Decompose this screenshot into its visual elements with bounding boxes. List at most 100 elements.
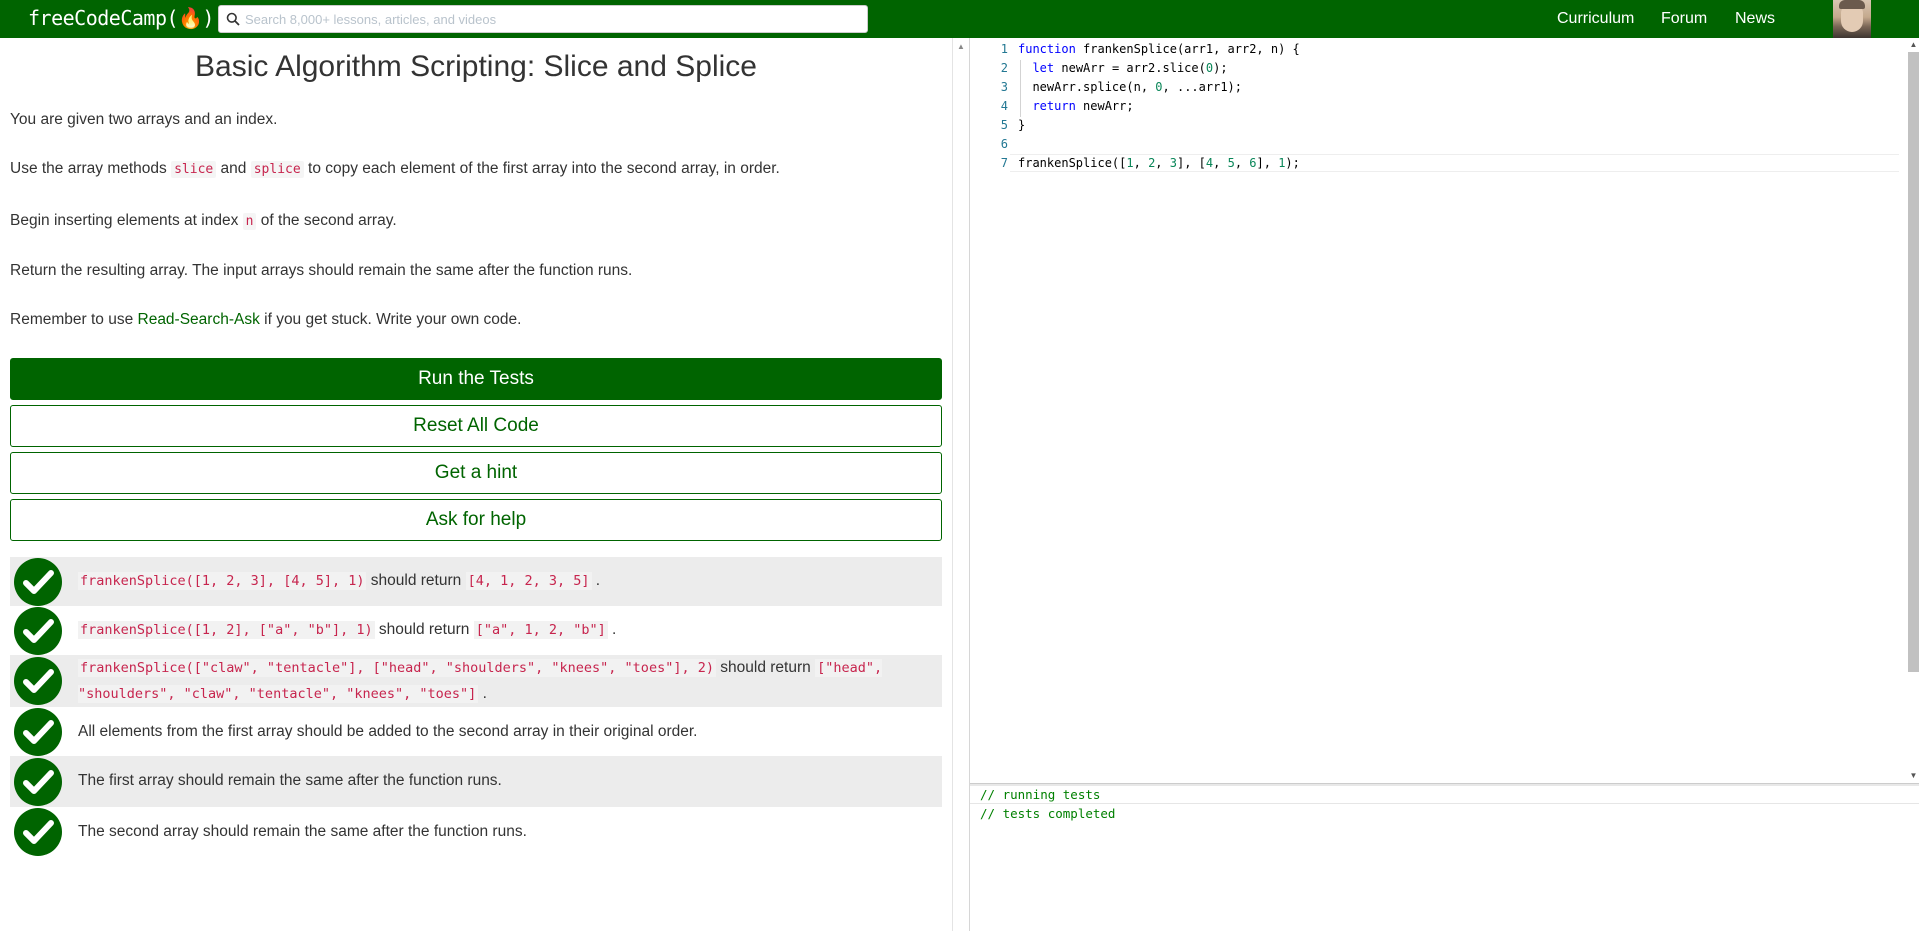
code-line[interactable]: function frankenSplice(arr1, arr2, n) { (1018, 42, 1300, 56)
line-number: 4 (1000, 99, 1008, 113)
scrollbar-thumb[interactable] (1908, 52, 1919, 672)
check-circle-icon (14, 558, 62, 606)
description-paragraph: Use the array methods slice and splice t… (10, 160, 780, 178)
code-token: } (1018, 118, 1026, 132)
code-line[interactable]: } (1018, 118, 1025, 132)
scroll-up-arrow-icon[interactable]: ▲ (1908, 40, 1919, 49)
line-number-gutter: 1 2 3 4 5 6 7 (970, 38, 1010, 783)
description-text: to copy each element of the first array … (303, 160, 780, 177)
test-text: should return (366, 572, 466, 589)
test-code: frankenSplice([1, 2], ["a", "b"], 1) (78, 621, 375, 639)
code-line[interactable]: frankenSplice([1, 2, 3], [4, 5, 6], 1); (1018, 156, 1300, 170)
editor-scrollbar[interactable]: ▲ ▼ (1908, 38, 1919, 783)
ask-help-button[interactable]: Ask for help (10, 499, 942, 541)
code-token: , (1213, 156, 1228, 170)
output-separator (970, 803, 1919, 804)
number-token: 0 (1155, 80, 1163, 94)
description-text: Return the resulting array. The input ar… (10, 262, 633, 279)
scroll-up-arrow-icon[interactable]: ▲ (957, 42, 965, 51)
check-circle-icon (14, 607, 62, 655)
test-description: frankenSplice([1, 2, 3], [4, 5], 1) shou… (78, 568, 930, 594)
challenge-panel: Basic Algorithm Scripting: Slice and Spl… (0, 38, 952, 931)
code-token: newArr; (1075, 99, 1134, 113)
line-number: 6 (1000, 137, 1008, 151)
description-text: Begin inserting elements at index (10, 212, 243, 229)
keyword-token: function (1018, 42, 1076, 56)
user-avatar[interactable] (1833, 0, 1871, 38)
number-token: 0 (1205, 61, 1214, 75)
test-description: The second array should remain the same … (78, 823, 527, 840)
code-token: ], (1256, 156, 1279, 170)
test-text: . (478, 685, 487, 702)
line-number: 7 (1000, 156, 1008, 170)
description-text: if you get stuck. Write your own code. (259, 311, 522, 328)
code-token: ], [ (1176, 156, 1206, 170)
panel-divider[interactable]: ▲ (952, 38, 970, 931)
challenge-title: Basic Algorithm Scripting: Slice and Spl… (195, 50, 757, 83)
test-result-row: frankenSplice([1, 2], ["a", "b"], 1) sho… (10, 606, 942, 655)
output-line: // running tests (980, 787, 1101, 802)
description-text: Use the array methods (10, 160, 172, 177)
line-number: 1 (1000, 42, 1008, 56)
freecodecamp-logo[interactable]: freeCodeCamp(🔥) (28, 6, 214, 30)
code-editor[interactable]: 1 2 3 4 5 6 7 function frankenSplice(arr… (970, 38, 1919, 783)
test-code: frankenSplice(["claw", "tentacle"], ["he… (78, 659, 716, 677)
code-token: newArr.splice(n, (1018, 80, 1156, 94)
code-token: , ...arr1); (1162, 80, 1242, 94)
test-code: ["a", 1, 2, "b"] (473, 621, 608, 639)
line-number: 2 (1000, 61, 1008, 75)
nav-link-forum[interactable]: Forum (1661, 10, 1707, 28)
code-token: ); (1213, 61, 1228, 75)
keyword-token: return (1032, 99, 1076, 113)
line-number: 5 (1000, 118, 1008, 132)
code-line[interactable]: let newArr = arr2.slice(0); (1018, 61, 1228, 75)
keyword-token: let (1032, 61, 1055, 75)
output-line: // tests completed (980, 806, 1116, 821)
description-text: You are given two arrays and an index. (10, 111, 278, 128)
test-output-console: // running tests // tests completed (970, 786, 1919, 931)
number-token: 3 (1169, 156, 1177, 170)
search-icon (226, 12, 240, 26)
scroll-down-arrow-icon[interactable]: ▼ (1908, 771, 1919, 780)
nav-link-curriculum[interactable]: Curriculum (1557, 10, 1634, 28)
test-text: should return (374, 621, 474, 638)
description-paragraph: You are given two arrays and an index. (10, 111, 277, 129)
description-paragraph: Remember to use Read-Search-Ask if you g… (10, 311, 521, 329)
run-tests-button[interactable]: Run the Tests (10, 358, 942, 400)
code-token: , (1155, 156, 1170, 170)
test-result-row: The second array should remain the same … (10, 807, 942, 857)
code-line[interactable]: newArr.splice(n, 0, ...arr1); (1018, 80, 1242, 94)
search-box[interactable] (218, 5, 868, 33)
code-token: , (1133, 156, 1149, 170)
description-text: and (216, 160, 251, 177)
test-code: frankenSplice([1, 2, 3], [4, 5], 1) (78, 572, 367, 590)
check-circle-icon (14, 758, 62, 806)
test-text: should return (715, 659, 816, 676)
test-text: . (591, 572, 601, 589)
test-description: The first array should remain the same a… (78, 772, 502, 789)
number-token: 1 (1126, 156, 1134, 170)
check-circle-icon (14, 708, 62, 756)
test-result-row: All elements from the first array should… (10, 707, 942, 756)
test-text: . (607, 621, 617, 638)
code-line[interactable]: return newArr; (1018, 99, 1134, 113)
top-navbar: freeCodeCamp(🔥) Curriculum Forum News (0, 0, 1919, 38)
inline-code: splice (250, 161, 304, 178)
description-text: Remember to use (10, 311, 138, 328)
description-text: of the second array. (256, 212, 397, 229)
test-description: All elements from the first array should… (78, 723, 698, 740)
avatar-hair (1839, 0, 1865, 9)
reset-code-button[interactable]: Reset All Code (10, 405, 942, 447)
get-hint-button[interactable]: Get a hint (10, 452, 942, 494)
description-paragraph: Begin inserting elements at index n of t… (10, 212, 397, 230)
description-paragraph: Return the resulting array. The input ar… (10, 262, 632, 280)
search-input[interactable] (245, 8, 855, 30)
test-result-row: frankenSplice(["claw", "tentacle"], ["he… (10, 655, 942, 707)
read-search-ask-link[interactable]: Read-Search-Ask (138, 311, 260, 328)
test-result-row: The first array should remain the same a… (10, 756, 942, 807)
inline-code: n (242, 213, 257, 230)
number-token: 6 (1249, 156, 1257, 170)
nav-link-news[interactable]: News (1735, 10, 1775, 28)
